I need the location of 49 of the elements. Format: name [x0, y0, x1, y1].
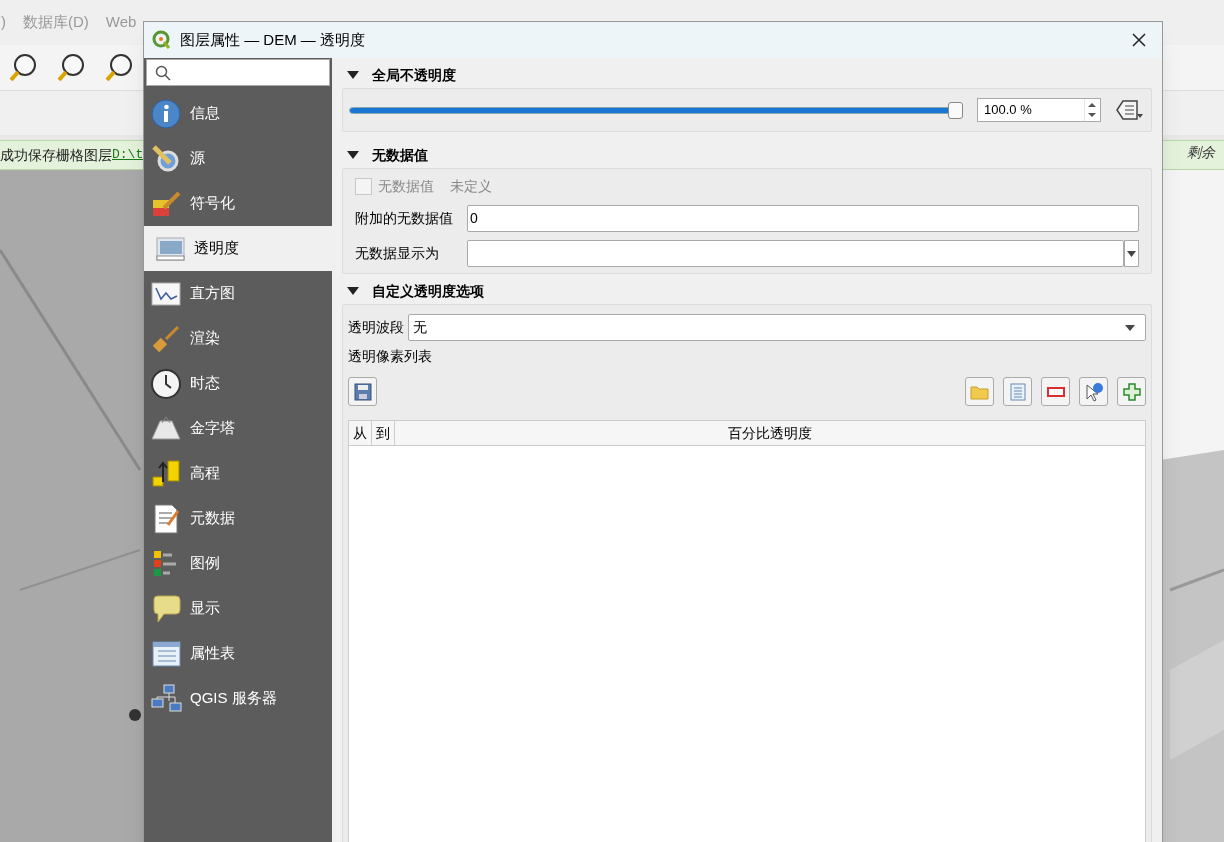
input-field[interactable]: 0 — [467, 205, 1139, 232]
section-title: 全局不透明度 — [372, 65, 456, 85]
pick-from-map-button[interactable] — [1079, 377, 1108, 406]
dropdown-button[interactable] — [1124, 240, 1139, 267]
field-label: 附加的无数据值 — [355, 209, 454, 228]
remove-icon — [1046, 386, 1065, 397]
window-title: 图层属性 — DEM — 透明度 — [180, 29, 365, 50]
band-dropdown[interactable]: 无 — [408, 314, 1146, 341]
opacity-slider[interactable] — [349, 101, 963, 119]
remove-button[interactable] — [1041, 377, 1070, 406]
slider-handle[interactable] — [948, 101, 963, 119]
save-icon — [353, 382, 372, 401]
file-link[interactable]: D:\t — [112, 145, 144, 165]
section-title: 无数据值 — [372, 145, 428, 165]
default-values-icon — [1008, 382, 1027, 401]
app-logo-icon — [152, 30, 172, 50]
field-label: 透明波段 — [348, 318, 404, 337]
info-icon — [150, 97, 182, 130]
sidebar-item[interactable]: 透明度 — [144, 226, 332, 271]
column-header[interactable]: 到 — [372, 421, 395, 445]
list-label: 透明像素列表 — [348, 347, 433, 366]
caret-icon — [1125, 324, 1135, 331]
clock-icon — [150, 367, 182, 400]
caret-icon — [1127, 250, 1136, 257]
speech-bubble-icon — [150, 592, 182, 625]
color-picker-field[interactable] — [467, 240, 1124, 267]
search-field[interactable] — [146, 59, 330, 86]
add-icon — [1122, 382, 1141, 401]
field-label: 无数据显示为 — [355, 244, 440, 263]
checkbox-label: 无数据值 — [378, 176, 434, 196]
opacity-spinbox[interactable]: 100.0 % — [977, 98, 1101, 122]
add-button[interactable] — [1117, 377, 1146, 406]
column-header[interactable]: 从 — [349, 421, 372, 445]
data-defined-override-icon[interactable] — [1113, 98, 1145, 122]
collapse-arrow-icon[interactable] — [346, 69, 360, 81]
collapse-arrow-icon[interactable] — [346, 285, 360, 297]
pick-from-map-icon — [1083, 381, 1104, 402]
remaining-label: 剩余 — [1187, 143, 1215, 162]
arrow-up-icon — [150, 457, 182, 490]
network-icon — [150, 682, 182, 715]
save-button[interactable] — [348, 377, 377, 406]
no-data-status: 未定义 — [450, 176, 492, 196]
close-icon[interactable] — [1132, 33, 1146, 47]
column-header[interactable]: 百分比透明度 — [395, 421, 1145, 445]
open-folder-icon — [969, 383, 990, 400]
status-message: 成功保存栅格图层 — [0, 145, 112, 165]
search-icon — [155, 64, 171, 81]
section-title: 自定义透明度选项 — [372, 281, 484, 301]
collapse-arrow-icon[interactable] — [346, 149, 360, 161]
